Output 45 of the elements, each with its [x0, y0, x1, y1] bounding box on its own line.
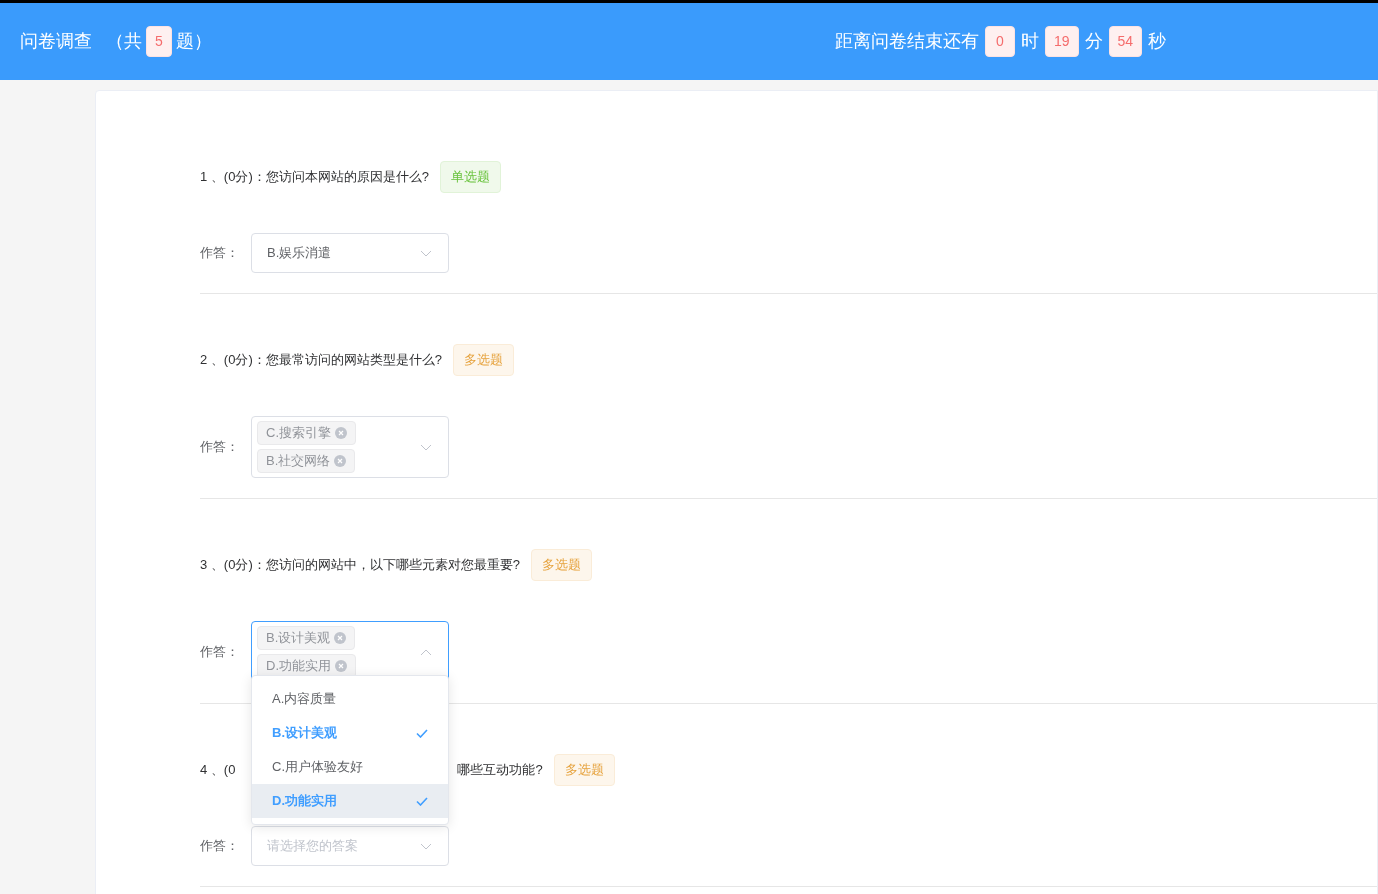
count-label: 题）	[175, 30, 212, 53]
chevron-down-icon	[420, 443, 432, 451]
question-type-tag: 多选题	[553, 754, 615, 786]
answer-label: 作答：	[200, 438, 239, 457]
selected-tag: B.社交网络	[257, 449, 356, 473]
chevron-down-icon	[420, 842, 432, 850]
answer-select[interactable]: 请选择您的答案	[251, 826, 449, 866]
page-title: 问卷调查	[20, 30, 92, 53]
selected-tag: C.搜索引擎	[257, 421, 356, 445]
chevron-down-icon	[420, 249, 432, 257]
close-icon[interactable]	[335, 660, 347, 672]
question-title: 3 、(0分)：您访问的网站中，以下哪些元素对您最重要?	[200, 556, 520, 575]
answer-select[interactable]: B.娱乐消遣	[251, 233, 449, 273]
dropdown-option[interactable]: B.设计美观	[252, 716, 448, 750]
question-title: 2 、(0分)：您最常访问的网站类型是什么?	[200, 351, 442, 370]
question-type-tag: 单选题	[439, 161, 501, 193]
dropdown-option[interactable]: C.用户体验友好	[252, 750, 448, 784]
timer-unit: 分	[1084, 30, 1103, 53]
answer-label: 作答：	[200, 643, 239, 662]
chevron-up-icon	[420, 648, 432, 656]
question-title: 哪些互动功能?	[457, 761, 543, 780]
timer-unit: 时	[1021, 30, 1039, 53]
close-icon[interactable]	[334, 632, 347, 644]
question-type-tag: 多选题	[530, 549, 592, 581]
question-type-tag: 多选题	[452, 344, 514, 376]
timer-value: 54	[1108, 26, 1143, 57]
question-count: 5	[146, 26, 172, 57]
question-title: 4 、(0	[200, 761, 236, 780]
timer-value: 19	[1045, 26, 1079, 57]
dropdown-option[interactable]: A.内容质量	[252, 682, 448, 716]
check-icon	[416, 796, 428, 806]
answer-label: 作答：	[200, 837, 239, 856]
check-icon	[416, 728, 428, 738]
selected-tag: B.设计美观	[257, 626, 356, 650]
answer-label: 作答：	[200, 244, 239, 263]
selected-tag: D.功能实用	[257, 654, 356, 678]
close-icon[interactable]	[334, 455, 347, 467]
timer-label: 距离问卷结束还有	[835, 30, 979, 53]
count-label: （共	[106, 30, 142, 53]
question-title: 1 、(0分)：您访问本网站的原因是什么?	[200, 168, 429, 187]
close-icon[interactable]	[335, 427, 347, 439]
timer-value: 0	[985, 26, 1015, 57]
timer-unit: 秒	[1148, 30, 1167, 53]
answer-select[interactable]: C.搜索引擎 B.社交网络	[251, 416, 449, 478]
dropdown-option[interactable]: D.功能实用	[252, 784, 448, 818]
